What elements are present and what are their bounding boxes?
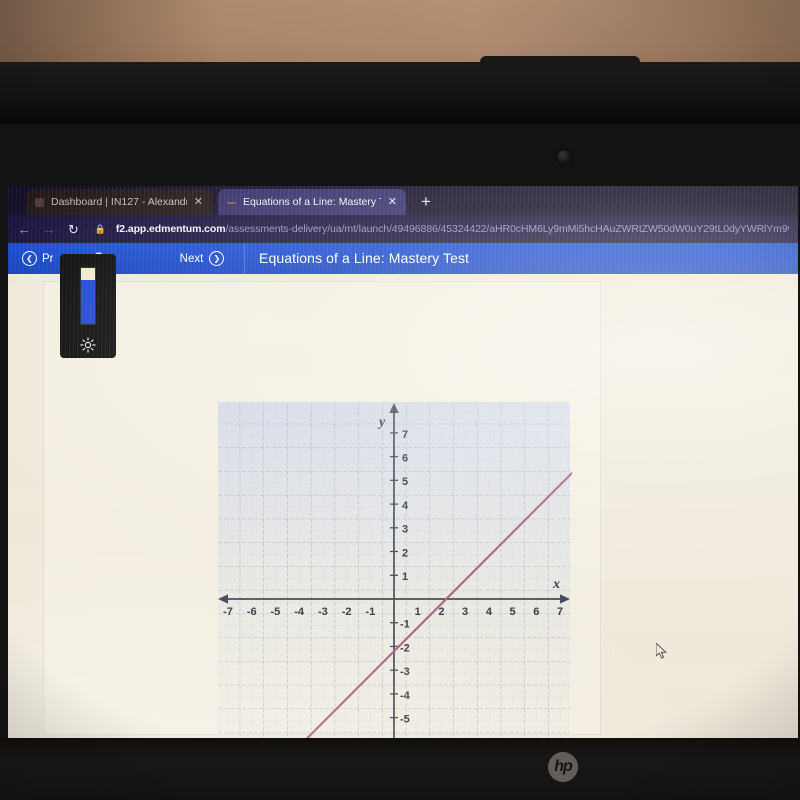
svg-text:4: 4 bbox=[486, 606, 493, 618]
brightness-sun-icon bbox=[80, 337, 96, 353]
svg-text:4: 4 bbox=[402, 500, 409, 512]
photo-scene: Dashboard | IN127 - Alexandria ✕ Equatio… bbox=[0, 0, 800, 800]
svg-text:-2: -2 bbox=[342, 606, 352, 618]
laptop-body: Dashboard | IN127 - Alexandria ✕ Equatio… bbox=[0, 56, 800, 800]
graph-svg: y x 7 6 5 4 3 2 1 -1 -2 -3 -4 -5 -7 -6 -… bbox=[218, 402, 572, 766]
screen-brightness-overlay bbox=[60, 254, 116, 358]
arrow-right-icon: ❯ bbox=[209, 251, 225, 266]
assessment-page: y x 7 6 5 4 3 2 1 -1 -2 -3 -4 -5 -7 -6 -… bbox=[8, 274, 798, 766]
svg-text:5: 5 bbox=[402, 476, 408, 488]
svg-text:1: 1 bbox=[415, 606, 421, 618]
url-domain: f2.app.edmentum.com bbox=[115, 223, 226, 235]
reload-icon[interactable]: ↻ bbox=[66, 223, 81, 236]
svg-text:2: 2 bbox=[438, 606, 444, 618]
svg-text:6: 6 bbox=[402, 453, 408, 465]
laptop-top-bezel bbox=[0, 56, 800, 124]
brightness-slider-fill bbox=[81, 279, 95, 324]
svg-text:6: 6 bbox=[533, 606, 539, 618]
browser-toolbar: ← → ↻ 🔒 f2.app.edmentum.com/assessments-… bbox=[8, 215, 798, 243]
browser-tab-title: Dashboard | IN127 - Alexandria bbox=[51, 196, 187, 208]
svg-text:7: 7 bbox=[402, 429, 408, 441]
svg-text:-3: -3 bbox=[400, 666, 410, 678]
svg-text:2: 2 bbox=[402, 547, 408, 559]
svg-text:5: 5 bbox=[510, 606, 516, 618]
browser-tab-dashboard[interactable]: Dashboard | IN127 - Alexandria ✕ bbox=[26, 189, 212, 215]
new-tab-button[interactable]: + bbox=[416, 192, 436, 212]
svg-text:x: x bbox=[552, 577, 560, 592]
svg-text:-2: -2 bbox=[400, 642, 410, 654]
svg-text:-4: -4 bbox=[400, 690, 411, 702]
laptop-bottom-bezel: hp bbox=[0, 738, 800, 800]
svg-text:1: 1 bbox=[402, 571, 408, 583]
svg-text:3: 3 bbox=[462, 606, 468, 618]
url-path: /assessments-delivery/ua/mt/launch/49496… bbox=[225, 223, 790, 235]
laptop-screen: Dashboard | IN127 - Alexandria ✕ Equatio… bbox=[8, 186, 798, 766]
next-button[interactable]: Next ❯ bbox=[164, 251, 240, 266]
laptop-lid-hump bbox=[480, 56, 640, 72]
browser-tab-strip: Dashboard | IN127 - Alexandria ✕ Equatio… bbox=[8, 186, 798, 215]
mouse-pointer bbox=[656, 643, 667, 659]
next-button-label: Next bbox=[179, 252, 204, 265]
browser-tab-title: Equations of a Line: Mastery Test bbox=[243, 196, 381, 208]
back-icon[interactable]: ← bbox=[17, 222, 32, 236]
previous-button-label: Pr bbox=[42, 252, 54, 265]
close-icon[interactable]: ✕ bbox=[194, 196, 203, 208]
hp-logo: hp bbox=[548, 752, 578, 782]
svg-text:-1: -1 bbox=[365, 606, 375, 618]
browser-tab-mastery-test[interactable]: Equations of a Line: Mastery Test ✕ bbox=[218, 189, 406, 215]
svg-text:-7: -7 bbox=[223, 606, 233, 618]
dashboard-favicon bbox=[35, 197, 44, 207]
assessment-toolbar: ❮ Pr 3 ▼ Next ❯ Equations of a Line: Mas… bbox=[8, 243, 798, 274]
svg-text:3: 3 bbox=[402, 524, 408, 536]
close-icon[interactable]: ✕ bbox=[388, 196, 397, 208]
brightness-slider[interactable] bbox=[80, 267, 96, 325]
arrow-left-icon: ❮ bbox=[22, 251, 37, 266]
svg-text:-4: -4 bbox=[294, 606, 305, 618]
page-title: Equations of a Line: Mastery Test bbox=[244, 243, 798, 274]
svg-text:y: y bbox=[377, 415, 386, 430]
question-paper: y x 7 6 5 4 3 2 1 -1 -2 -3 -4 -5 -7 -6 -… bbox=[44, 282, 600, 766]
coordinate-graph: y x 7 6 5 4 3 2 1 -1 -2 -3 -4 -5 -7 -6 -… bbox=[216, 400, 572, 766]
forward-icon[interactable]: → bbox=[42, 222, 57, 236]
svg-text:-5: -5 bbox=[271, 606, 281, 618]
svg-text:-1: -1 bbox=[400, 619, 410, 631]
lock-icon: 🔒 bbox=[94, 223, 106, 234]
graph-canvas: y x 7 6 5 4 3 2 1 -1 -2 -3 -4 -5 -7 -6 -… bbox=[216, 400, 572, 766]
svg-text:-6: -6 bbox=[247, 606, 257, 618]
webcam-icon bbox=[557, 150, 572, 165]
svg-text:7: 7 bbox=[557, 606, 563, 618]
brightness-slider-knob[interactable] bbox=[81, 268, 95, 280]
url-bar[interactable]: f2.app.edmentum.com/assessments-delivery… bbox=[116, 223, 789, 235]
edmentum-favicon bbox=[227, 201, 236, 204]
svg-text:-3: -3 bbox=[318, 606, 328, 618]
svg-text:-5: -5 bbox=[400, 714, 410, 726]
